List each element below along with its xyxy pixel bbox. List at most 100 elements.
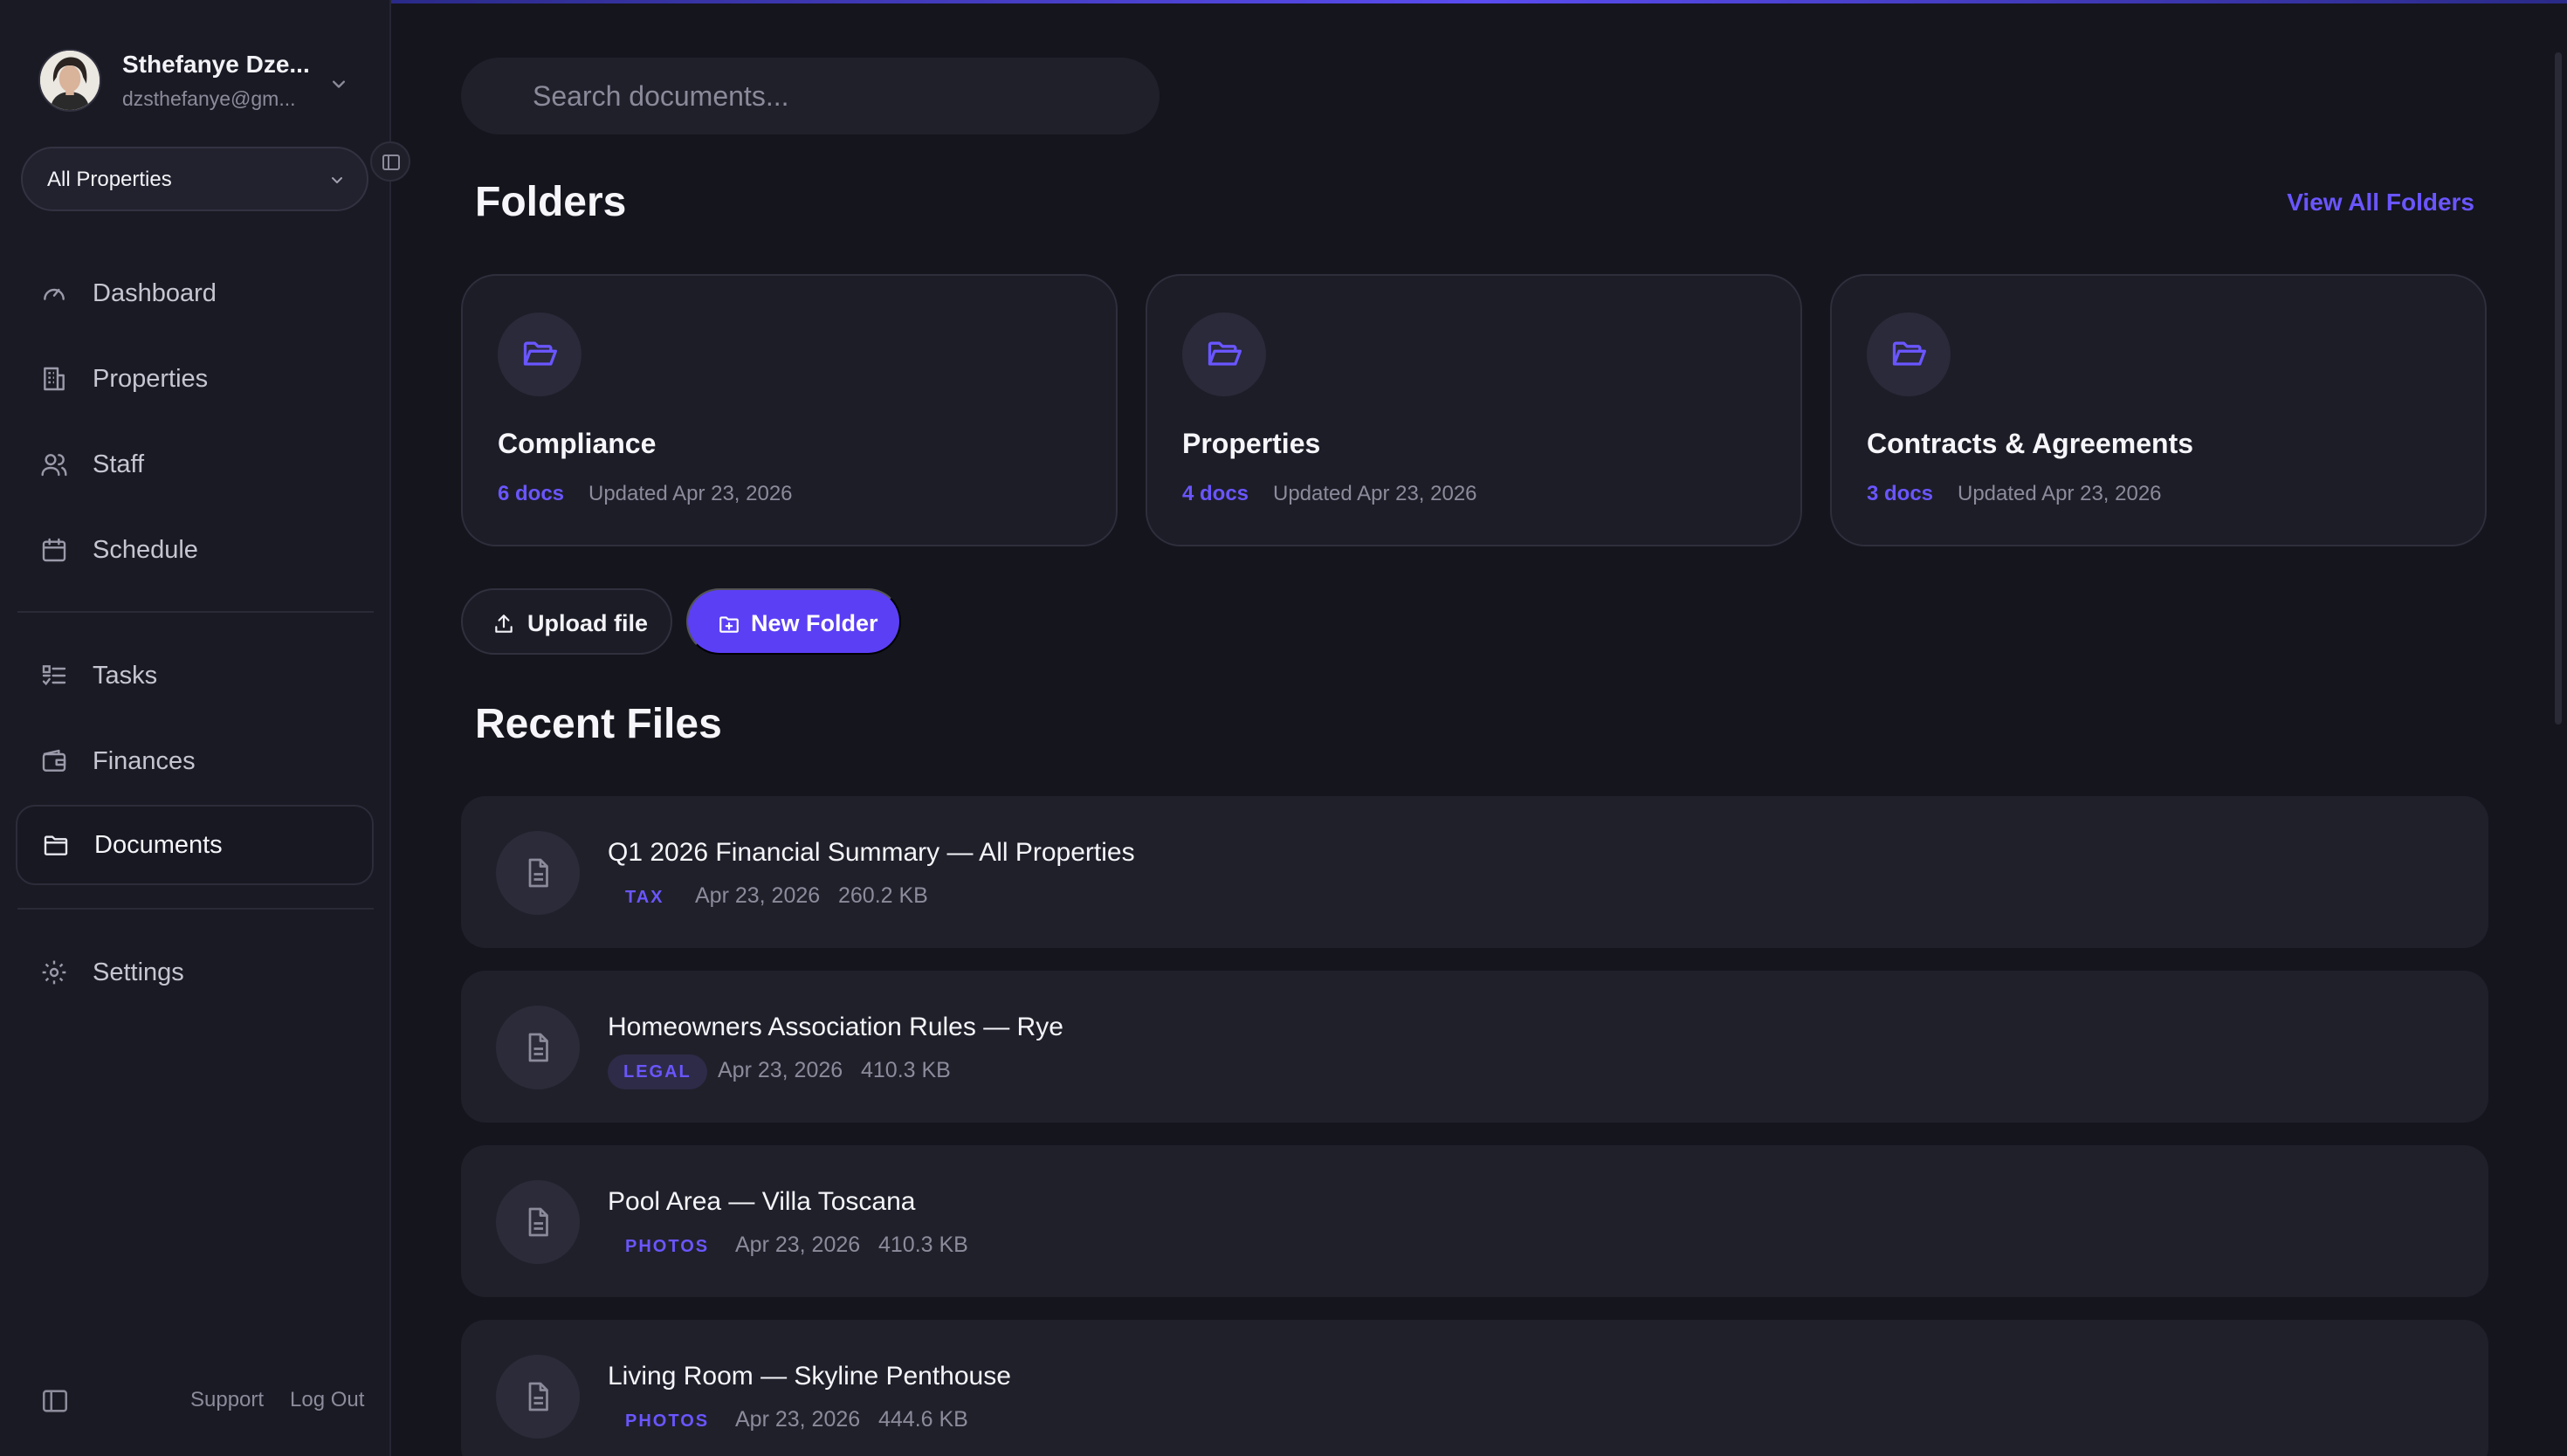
sidebar-toggle-icon[interactable] [40, 1386, 70, 1416]
sidebar-item-staff[interactable]: Staff [16, 424, 374, 505]
folder-updated: Updated Apr 23, 2026 [588, 482, 793, 505]
folder-name: Compliance [498, 428, 657, 459]
app: Sthefanye Dze... dzsthefanye@gm... All P… [0, 0, 2567, 1456]
folder-doc-count: 6 docs [498, 482, 565, 505]
file-row[interactable]: Pool Area — Villa Toscana PHOTOS Apr 23,… [461, 1145, 2488, 1297]
folder-open-icon [1208, 341, 1242, 366]
sidebar-item-properties[interactable]: Properties [16, 339, 374, 419]
file-tag: LEGAL [608, 1054, 707, 1089]
file-name: Q1 2026 Financial Summary — All Properti… [608, 838, 1135, 867]
folder-card[interactable]: Properties 4 docs Updated Apr 23, 2026 [1146, 274, 1802, 546]
folder-icon-badge [1867, 312, 1951, 396]
file-row[interactable]: Q1 2026 Financial Summary — All Properti… [461, 796, 2488, 948]
sidebar-item-documents[interactable]: Documents [16, 805, 374, 885]
folders-title: Folders [475, 179, 627, 225]
file-name: Living Room — Skyline Penthouse [608, 1362, 1011, 1391]
upload-icon [495, 615, 513, 633]
sidebar: Sthefanye Dze... dzsthefanye@gm... All P… [0, 0, 410, 1456]
file-tag: PHOTOS [625, 1411, 710, 1431]
sidebar-collapse-button[interactable] [370, 141, 410, 182]
sidebar-item-finances[interactable]: Finances [16, 721, 374, 801]
sidebar-item-label: Tasks [93, 662, 158, 690]
scrollbar[interactable] [2555, 52, 2562, 725]
file-icon-badge [496, 831, 580, 915]
chevron-down-icon [333, 80, 345, 88]
sidebar-item-label: Finances [93, 747, 196, 775]
folder-plus-icon [719, 616, 739, 633]
support-link[interactable]: Support [190, 1388, 264, 1412]
sidebar-item-label: Schedule [93, 536, 198, 564]
gear-icon [42, 960, 66, 985]
top-progress-line [391, 0, 2567, 3]
file-tag: PHOTOS [625, 1237, 710, 1256]
folder-icon [44, 835, 68, 855]
file-date: Apr 23, 2026 [735, 1407, 861, 1432]
file-name: Pool Area — Villa Toscana [608, 1187, 916, 1216]
folder-card[interactable]: Compliance 6 docs Updated Apr 23, 2026 [461, 274, 1118, 546]
sidebar-item-label: Staff [93, 450, 145, 478]
gauge-icon [44, 288, 65, 300]
search-input[interactable] [461, 58, 1160, 134]
sidebar-item-label: Properties [93, 365, 209, 393]
user-name: Sthefanye Dze... [122, 51, 310, 78]
checklist-icon [42, 665, 66, 686]
user-menu[interactable]: Sthefanye Dze... dzsthefanye@gm... [38, 49, 353, 115]
file-icon-badge [496, 1355, 580, 1439]
search-bar[interactable] [461, 58, 1160, 134]
folder-updated: Updated Apr 23, 2026 [1273, 482, 1477, 505]
recent-files-title: Recent Files [475, 701, 722, 747]
sidebar-item-label: Documents [94, 831, 223, 859]
sidebar-item-label: Dashboard [93, 279, 217, 307]
file-date: Apr 23, 2026 [735, 1233, 861, 1257]
document-icon [528, 1382, 548, 1411]
logout-link[interactable]: Log Out [290, 1388, 364, 1412]
avatar [38, 49, 101, 112]
file-icon-badge [496, 1180, 580, 1264]
new-folder-label: New Folder [751, 610, 878, 636]
file-date: Apr 23, 2026 [695, 883, 821, 908]
file-row[interactable]: Living Room — Skyline Penthouse PHOTOS A… [461, 1320, 2488, 1456]
folder-doc-count: 4 docs [1182, 482, 1249, 505]
calendar-icon [42, 538, 66, 562]
chevron-down-icon [332, 177, 342, 183]
document-icon [528, 1207, 548, 1237]
user-email: dzsthefanye@gm... [122, 87, 296, 110]
file-size: 444.6 KB [878, 1407, 968, 1432]
sidebar-divider [17, 908, 374, 910]
document-icon [528, 1033, 548, 1062]
file-name: Homeowners Association Rules — Rye [608, 1013, 1063, 1041]
sidebar-item-dashboard[interactable]: Dashboard [16, 253, 374, 333]
file-size: 410.3 KB [878, 1233, 968, 1257]
folder-doc-count: 3 docs [1867, 482, 1934, 505]
sidebar-panel-icon [382, 155, 400, 170]
property-selector-value: All Properties [47, 168, 172, 191]
view-all-folders-link[interactable]: View All Folders [2287, 189, 2474, 216]
users-icon [41, 454, 67, 477]
upload-file-button[interactable]: Upload file [461, 588, 672, 655]
file-icon-badge [496, 1006, 580, 1089]
document-icon [528, 858, 548, 888]
sidebar-item-label: Settings [93, 958, 184, 986]
sidebar-item-schedule[interactable]: Schedule [16, 510, 374, 590]
wallet-icon [42, 749, 66, 772]
sidebar-item-settings[interactable]: Settings [16, 932, 374, 1013]
building-icon [44, 367, 65, 391]
folder-icon-badge [498, 312, 582, 396]
sidebar-item-tasks[interactable]: Tasks [16, 635, 374, 716]
file-date: Apr 23, 2026 [718, 1058, 843, 1082]
file-size: 410.3 KB [861, 1058, 951, 1082]
sidebar-divider [17, 611, 374, 613]
new-folder-button[interactable]: New Folder [686, 588, 901, 655]
upload-file-label: Upload file [527, 610, 649, 636]
folder-card[interactable]: Contracts & Agreements 3 docs Updated Ap… [1830, 274, 2487, 546]
folder-name: Contracts & Agreements [1867, 428, 2194, 459]
file-size: 260.2 KB [838, 883, 928, 908]
file-row[interactable]: Homeowners Association Rules — Rye LEGAL… [461, 971, 2488, 1123]
folder-open-icon [1892, 341, 1926, 366]
folder-updated: Updated Apr 23, 2026 [1958, 482, 2162, 505]
property-selector[interactable]: All Properties [21, 147, 368, 211]
folder-open-icon [523, 341, 557, 366]
folder-name: Properties [1182, 428, 1321, 459]
file-tag: TAX [625, 888, 664, 907]
folder-icon-badge [1182, 312, 1266, 396]
